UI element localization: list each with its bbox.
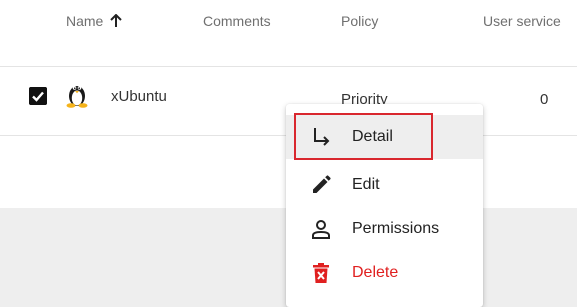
row-name[interactable]: xUbuntu xyxy=(111,88,167,106)
column-header-user-service[interactable]: User service xyxy=(483,12,561,30)
trash-icon xyxy=(313,263,329,283)
column-header-name-label: Name xyxy=(66,13,104,29)
arrow-up-icon xyxy=(110,14,123,27)
column-header-name[interactable]: Name xyxy=(66,12,123,30)
pencil-icon xyxy=(313,175,331,193)
row-user-service: 0 xyxy=(540,91,549,108)
column-header-comments[interactable]: Comments xyxy=(203,12,271,30)
menu-item-delete-label: Delete xyxy=(352,264,399,281)
highlight-box xyxy=(294,113,433,160)
linux-tux-icon xyxy=(66,86,88,108)
menu-item-permissions-label: Permissions xyxy=(352,220,440,237)
menu-item-delete[interactable]: Delete xyxy=(286,251,483,295)
row-checkbox[interactable] xyxy=(29,87,47,105)
menu-item-edit[interactable]: Edit xyxy=(286,163,483,207)
person-icon xyxy=(312,220,330,239)
menu-item-edit-label: Edit xyxy=(352,176,380,193)
menu-item-permissions[interactable]: Permissions xyxy=(286,207,483,251)
table-header: Name Comments Policy User service xyxy=(0,0,577,67)
column-header-policy[interactable]: Policy xyxy=(341,12,378,30)
